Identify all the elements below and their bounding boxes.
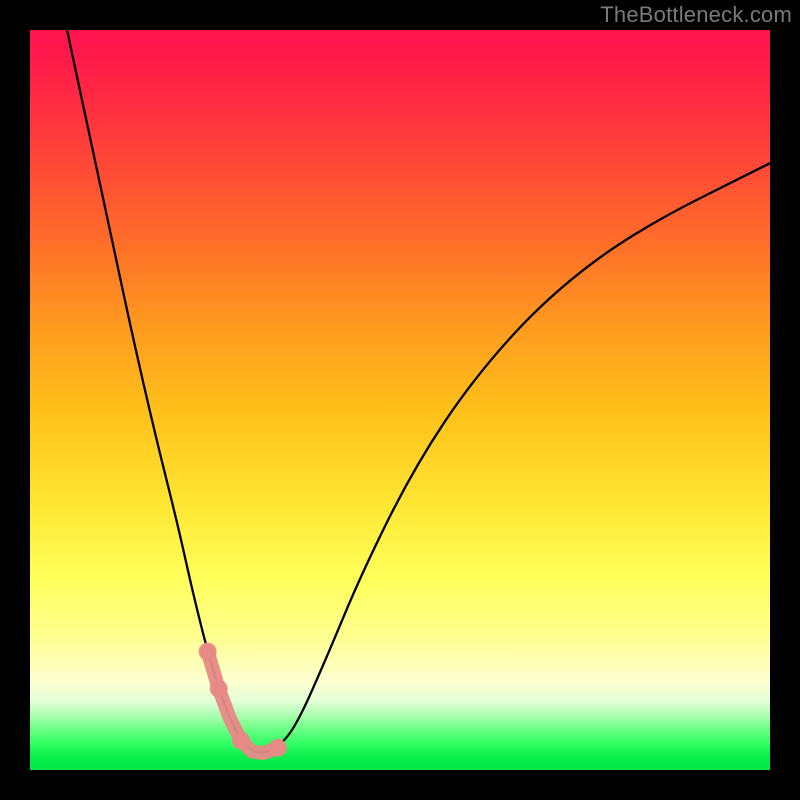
watermark-text: TheBottleneck.com [600,2,792,28]
bottleneck-curve-svg [30,30,770,770]
chart-frame: TheBottleneck.com [0,0,800,800]
curve-minimum-highlight [199,643,287,757]
plot-area [30,30,770,770]
bottleneck-curve-line [67,30,770,752]
